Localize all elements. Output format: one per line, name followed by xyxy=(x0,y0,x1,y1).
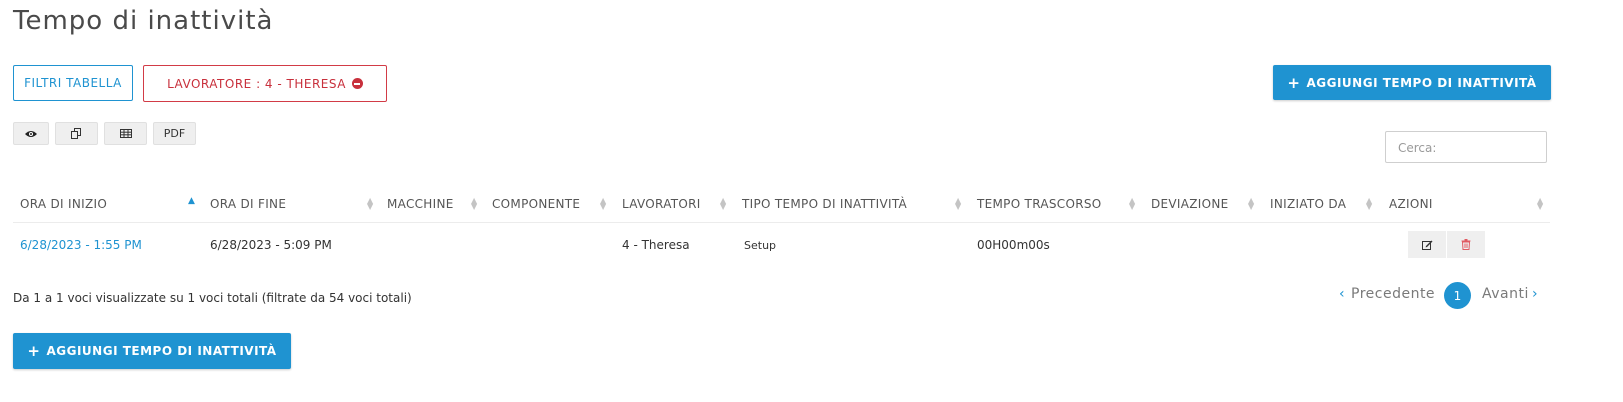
col-workers[interactable]: LAVORATORI xyxy=(622,197,701,211)
copy-button[interactable] xyxy=(55,122,98,145)
table-filters-label: FILTRI TABELLA xyxy=(24,76,122,90)
copy-icon xyxy=(71,128,81,139)
sort-icon[interactable]: ▲ ▼ xyxy=(1248,197,1254,211)
prev-page-link[interactable]: Precedente xyxy=(1351,286,1435,302)
sort-icon[interactable]: ▲ ▼ xyxy=(1537,197,1543,211)
trash-icon xyxy=(1461,239,1471,250)
delete-button[interactable] xyxy=(1447,231,1485,258)
header-divider xyxy=(13,222,1550,223)
sort-icon[interactable]: ▲ ▼ xyxy=(471,197,477,211)
col-start-time[interactable]: ORA DI INIZIO xyxy=(20,197,107,211)
chevron-right-icon[interactable]: › xyxy=(1532,286,1538,302)
row-downtime-type: Setup xyxy=(744,239,777,252)
sort-icon[interactable]: ▲ ▼ xyxy=(600,197,606,211)
page-title: Tempo di inattività xyxy=(13,6,274,36)
table-filters-button[interactable]: FILTRI TABELLA xyxy=(13,65,133,101)
pdf-label: PDF xyxy=(163,127,186,140)
add-downtime-label: AGGIUNGI TEMPO DI INATTIVITÀ xyxy=(1306,75,1537,90)
plus-icon: + xyxy=(1287,73,1301,92)
edit-icon xyxy=(1421,240,1432,250)
row-end-time: 6/28/2023 - 5:09 PM xyxy=(210,238,332,252)
sort-icon[interactable]: ▲ ▼ xyxy=(955,197,961,211)
sort-icon[interactable]: ▲ ▼ xyxy=(1129,197,1135,211)
eye-icon xyxy=(25,130,37,137)
plus-icon: + xyxy=(27,342,41,360)
col-downtime-type[interactable]: TIPO TEMPO DI INATTIVITÀ xyxy=(742,197,907,211)
col-started-by[interactable]: INIZIATO DA xyxy=(1270,197,1346,211)
row-elapsed-time: 00H00m00s xyxy=(977,238,1050,252)
add-downtime-button-top[interactable]: + AGGIUNGI TEMPO DI INATTIVITÀ xyxy=(1273,65,1551,100)
col-elapsed-time[interactable]: TEMPO TRASCORSO xyxy=(977,197,1102,211)
table-icon xyxy=(119,129,132,138)
col-component[interactable]: COMPONENTE xyxy=(492,197,580,211)
sort-asc-icon[interactable]: ▲ xyxy=(188,197,195,206)
search-box xyxy=(1385,131,1547,163)
minus-circle-icon[interactable] xyxy=(351,78,363,89)
excel-button[interactable] xyxy=(104,122,147,145)
add-downtime-button-bottom[interactable]: + AGGIUNGI TEMPO DI INATTIVITÀ xyxy=(13,333,291,369)
pdf-button[interactable]: PDF xyxy=(153,122,196,145)
column-visibility-button[interactable] xyxy=(13,122,49,145)
col-machines[interactable]: MACCHINE xyxy=(387,197,454,211)
col-end-time[interactable]: ORA DI FINE xyxy=(210,197,286,211)
sort-icon[interactable]: ▲ ▼ xyxy=(1366,197,1372,211)
add-downtime-label: AGGIUNGI TEMPO DI INATTIVITÀ xyxy=(46,344,277,358)
col-actions[interactable]: AZIONI xyxy=(1389,197,1433,211)
row-workers: 4 - Theresa xyxy=(622,238,690,252)
page-1-button[interactable]: 1 xyxy=(1444,282,1471,309)
row-start-time[interactable]: 6/28/2023 - 1:55 PM xyxy=(20,238,142,252)
active-filter-chip[interactable]: LAVORATORE : 4 - THERESA xyxy=(143,65,387,102)
search-input[interactable] xyxy=(1396,133,1540,163)
sort-icon[interactable]: ▲ ▼ xyxy=(720,197,726,211)
active-filter-label: LAVORATORE : 4 - THERESA xyxy=(167,76,346,91)
table-info: Da 1 a 1 voci visualizzate su 1 voci tot… xyxy=(13,291,412,305)
edit-button[interactable] xyxy=(1408,231,1446,258)
next-page-link[interactable]: Avanti xyxy=(1482,286,1529,302)
chevron-left-icon[interactable]: ‹ xyxy=(1339,286,1345,302)
col-deviation[interactable]: DEVIAZIONE xyxy=(1151,197,1229,211)
sort-icon[interactable]: ▲ ▼ xyxy=(367,197,373,211)
